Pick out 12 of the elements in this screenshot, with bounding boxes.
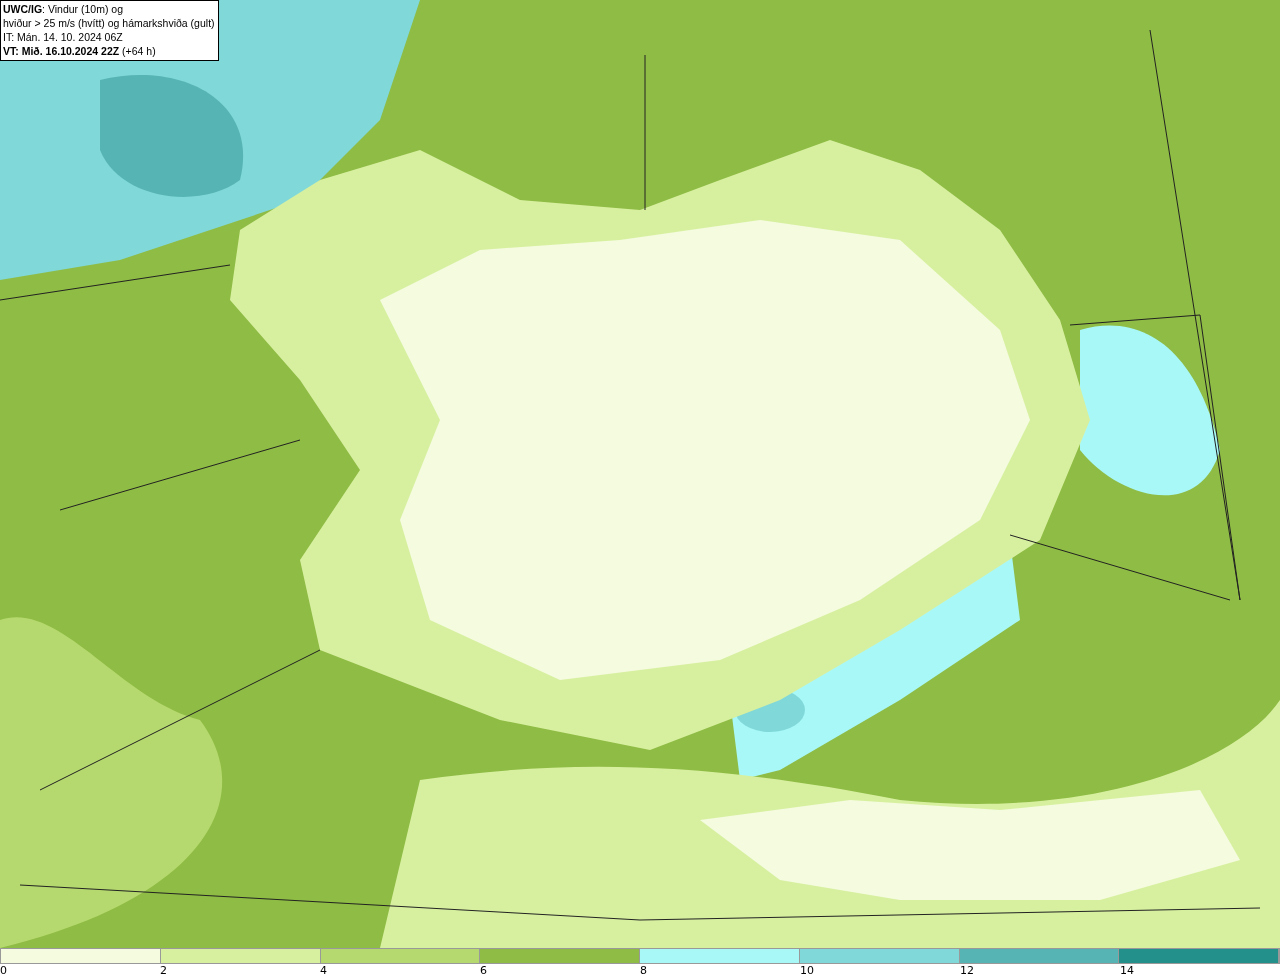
scale-label: 12 [960,964,974,978]
legend-text: VT: Mið. 16.10.2024 22Z (+64 h) [3,44,157,58]
scale-label: 14 [1120,964,1134,978]
scale-label: 2 [160,964,167,978]
scale-label: 6 [480,964,487,978]
scale-label: 8 [640,964,647,978]
legend-text: hviður > 25 m/s (hvítt) og hámarkshviða (gult) [3,16,215,30]
scale-label: 10 [800,964,814,978]
scale-label: 0 [0,964,7,978]
legend-text: UWC/IG: Vindur (10m) og [3,2,124,16]
scale-label: 4 [320,964,327,978]
legend-text: IT: Mán. 14. 10. 2024 06Z [3,30,124,44]
